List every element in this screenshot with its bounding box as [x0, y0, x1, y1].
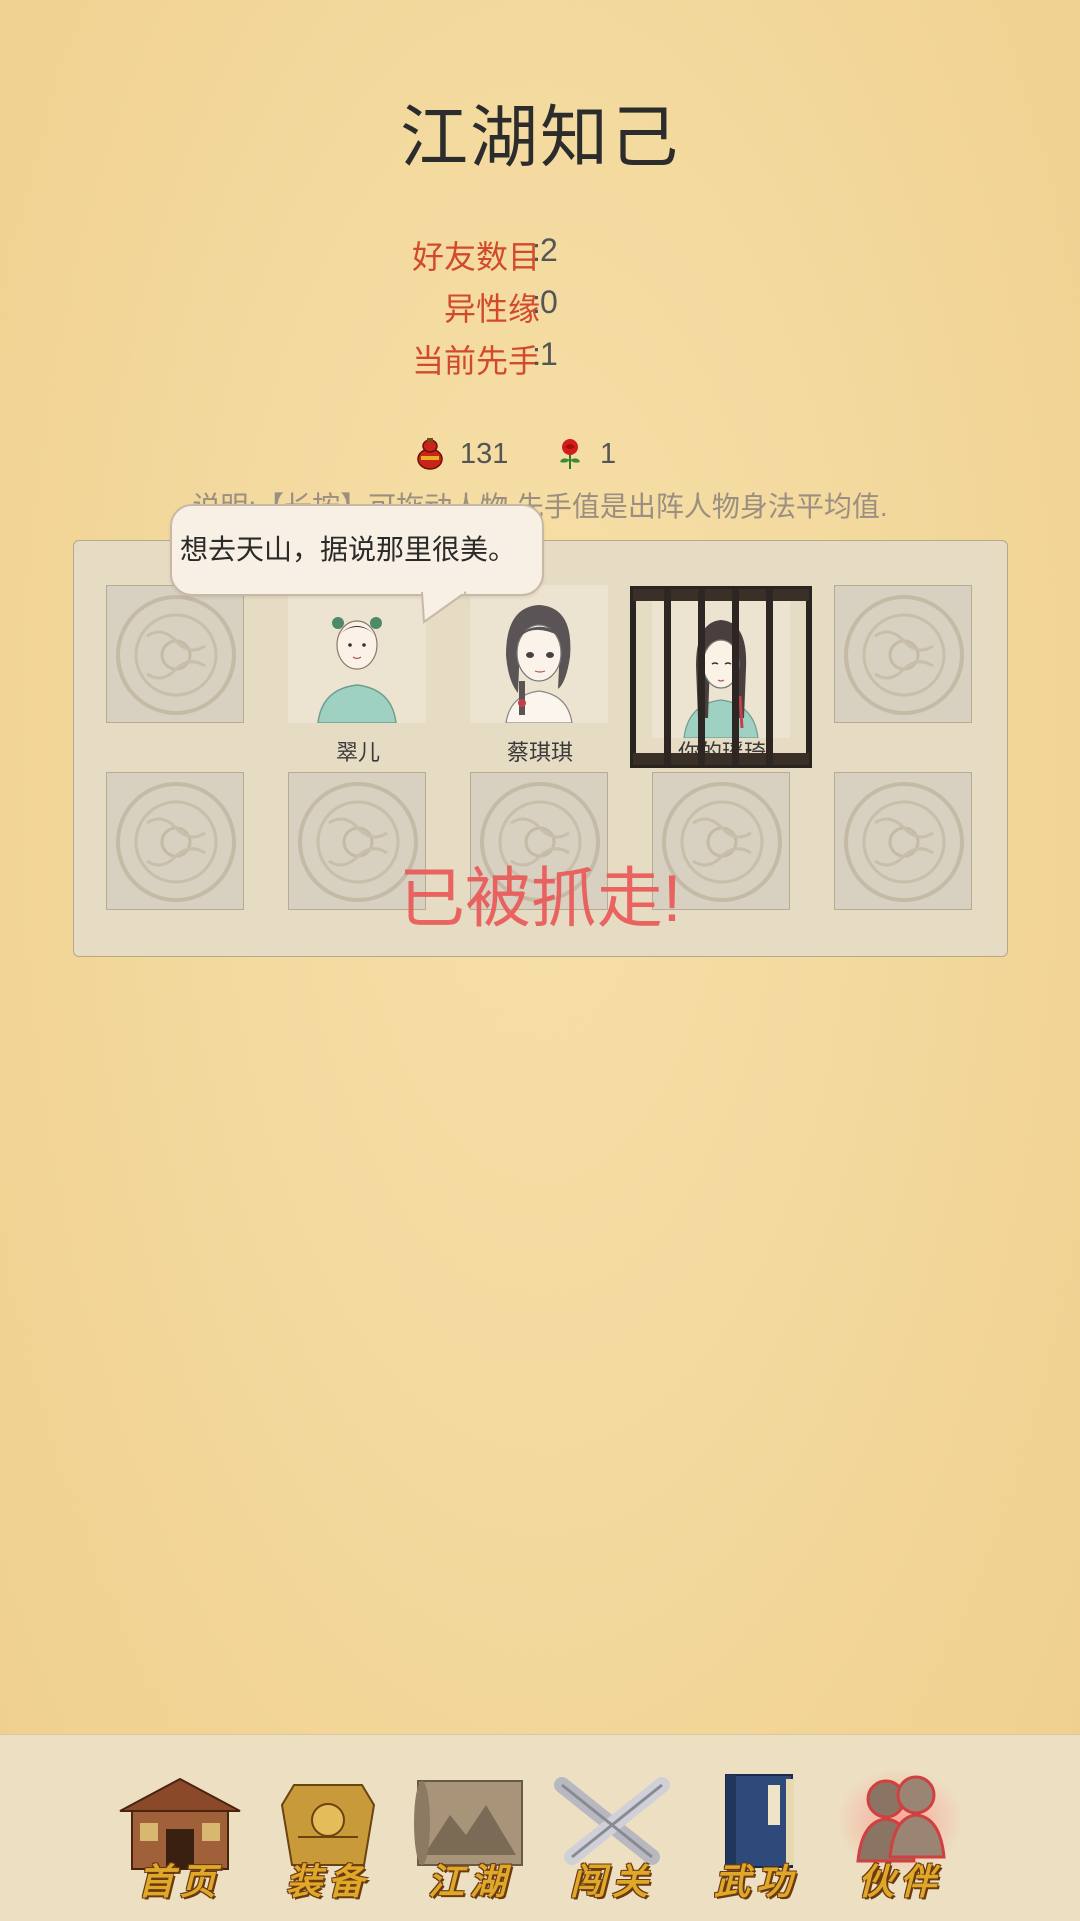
gourd-icon — [417, 438, 443, 470]
stat-value: 2 — [540, 232, 558, 268]
empty-slot-emblem-icon — [844, 595, 964, 715]
nav-partners[interactable]: 伙伴 — [830, 1765, 970, 1905]
nav-label: 武功 — [713, 1861, 798, 1903]
rose-counter: 1 — [556, 434, 616, 474]
stat-label: 好友数目 — [411, 239, 540, 275]
nav-label: 江湖 — [427, 1861, 512, 1903]
gourd-counter: 131 — [416, 434, 508, 474]
nav-challenge[interactable]: 闯关 — [542, 1765, 682, 1905]
girl-portrait-icon — [288, 585, 426, 723]
empty-slot[interactable] — [106, 585, 244, 723]
captured-notice: 已被抓走! — [398, 861, 682, 935]
rose-icon — [560, 439, 580, 469]
character-name: 翠儿 — [335, 740, 380, 765]
stat-label: 当前先手 — [411, 343, 540, 379]
speech-bubble-tail — [421, 590, 467, 624]
nav-home[interactable]: 首页 — [110, 1765, 250, 1905]
stat-label: 异性缘 — [443, 291, 540, 327]
bottom-nav: 首页 装备 江湖 闯关 武功 伙伴 — [0, 1734, 1080, 1921]
character-portrait-caiqiqi[interactable] — [470, 585, 608, 723]
nav-martial-arts[interactable]: 武功 — [686, 1765, 826, 1905]
empty-slot-emblem-icon — [116, 595, 236, 715]
speech-bubble-text: 想去天山，据说那里很美。 — [180, 534, 517, 565]
page-title: 江湖知己 — [399, 100, 680, 176]
nav-label: 装备 — [285, 1861, 370, 1903]
girl-portrait-icon — [470, 585, 608, 723]
stat-value: 0 — [540, 284, 558, 320]
nav-jianghu[interactable]: 江湖 — [400, 1765, 540, 1905]
gourd-count: 131 — [460, 437, 509, 470]
character-name: 蔡琪琪 — [506, 740, 573, 765]
stat-value: 1 — [540, 336, 558, 372]
speech-bubble: 想去天山，据说那里很美。 — [170, 504, 544, 596]
cage-icon — [630, 586, 812, 768]
character-portrait-cuier[interactable] — [288, 585, 426, 723]
stat-romance: 异性缘 : 0 — [0, 284, 1080, 328]
stat-initiative: 当前先手 : 1 — [0, 336, 1080, 380]
nav-label: 伙伴 — [857, 1861, 942, 1903]
nav-label: 首页 — [137, 1861, 222, 1903]
nav-label: 闯关 — [569, 1861, 654, 1903]
stat-friend-count: 好友数目 : 2 — [0, 232, 1080, 276]
empty-slot[interactable] — [834, 585, 972, 723]
nav-equipment[interactable]: 装备 — [258, 1765, 398, 1905]
rose-count: 1 — [600, 437, 617, 470]
